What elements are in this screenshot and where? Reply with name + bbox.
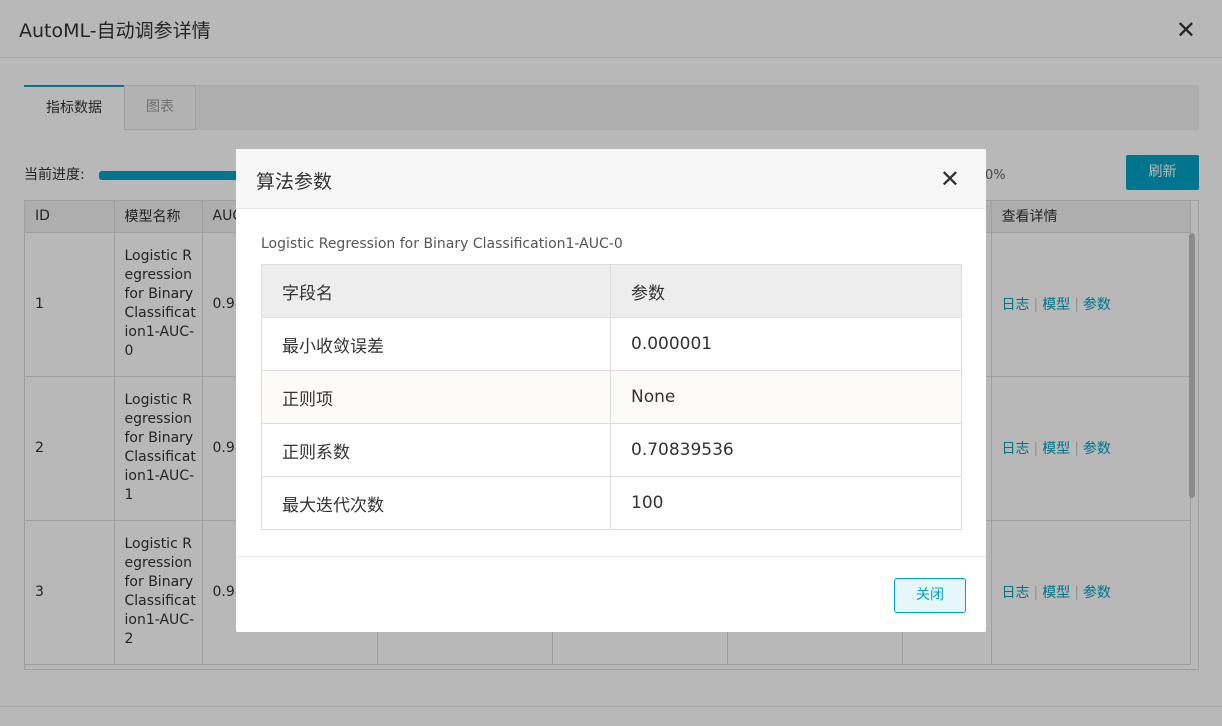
table-row: 正则项 None (261, 370, 962, 424)
dialog-header: 算法参数 ✕ (236, 149, 986, 209)
dialog-divider (236, 556, 986, 557)
dialog-title: 算法参数 (256, 171, 333, 193)
header-param-value: 参数 (610, 264, 962, 318)
param-value: 0.000001 (610, 317, 962, 371)
table-row: 正则系数 0.70839536 (261, 423, 962, 477)
close-icon[interactable]: ✕ (940, 167, 960, 191)
header-field-name: 字段名 (261, 264, 611, 318)
param-field: 最小收敛误差 (261, 317, 611, 371)
table-row: 最小收敛误差 0.000001 (261, 317, 962, 371)
param-value: 100 (610, 476, 962, 530)
params-table: 字段名 参数 最小收敛误差 0.000001 正则项 None 正则系数 0.7… (261, 264, 962, 530)
param-field: 正则项 (261, 370, 611, 424)
algorithm-params-dialog: 算法参数 ✕ Logistic Regression for Binary Cl… (236, 149, 986, 632)
param-value: None (610, 370, 962, 424)
table-row: 最大迭代次数 100 (261, 476, 962, 530)
param-value: 0.70839536 (610, 423, 962, 477)
param-field: 正则系数 (261, 423, 611, 477)
dialog-subtitle: Logistic Regression for Binary Classific… (261, 236, 623, 252)
close-button[interactable]: 关闭 (894, 578, 966, 613)
params-header-row: 字段名 参数 (261, 264, 962, 318)
param-field: 最大迭代次数 (261, 476, 611, 530)
